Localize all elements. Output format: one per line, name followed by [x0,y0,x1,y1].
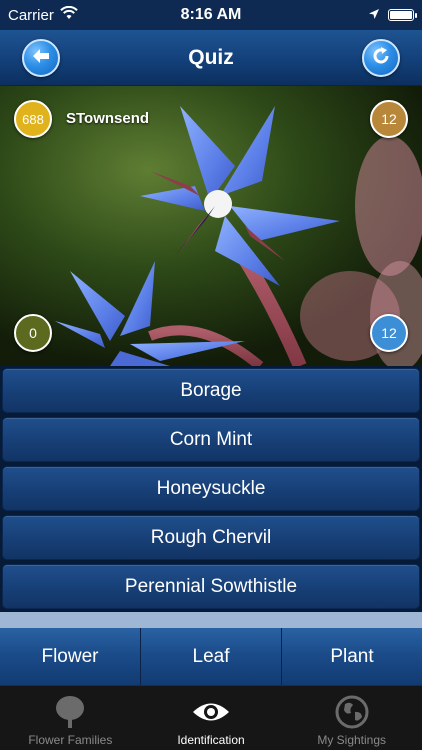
wifi-icon [60,5,78,24]
nav-bar: Quiz [0,30,422,86]
status-left: Carrier [8,5,158,24]
answer-button[interactable]: Rough Chervil [2,515,420,560]
tree-icon [54,693,86,731]
tab-my-sightings[interactable]: My Sightings [281,686,422,750]
status-right [264,7,417,24]
answer-list: Borage Corn Mint Honeysuckle Rough Cherv… [0,366,422,612]
battery-fill [390,11,412,19]
category-flower-button[interactable]: Flower [0,628,141,685]
category-plant-button[interactable]: Plant [282,628,422,685]
tab-bar: Flower Families Identification My Sighti… [0,685,422,750]
quiz-photo: 688 STownsend 12 0 12 [0,86,422,366]
username-label: STownsend [66,110,150,127]
carrier-name: Carrier [8,6,54,24]
answer-button[interactable]: Borage [2,368,420,413]
battery-icon [388,9,417,21]
arrow-left-icon [32,48,50,69]
category-leaf-button[interactable]: Leaf [141,628,282,685]
questions-total-badge: 12 [370,100,408,138]
status-time: 8:16 AM [180,6,242,23]
tab-label: My Sightings [317,733,387,747]
back-button[interactable] [22,39,60,77]
right-count-badge: 12 [370,314,408,352]
tab-flower-families[interactable]: Flower Families [0,686,141,750]
eye-icon [191,693,231,731]
globe-icon [335,693,369,731]
page-title: Quiz [188,45,234,69]
borage-flower-image [0,86,422,366]
refresh-button[interactable] [362,39,400,77]
user-score-badge: 688 [14,100,52,138]
answer-button[interactable]: Corn Mint [2,417,420,462]
divider-strip [0,612,422,628]
answer-button[interactable]: Honeysuckle [2,466,420,511]
refresh-icon [370,45,392,72]
tab-label: Identification [177,733,245,747]
answer-button[interactable]: Perennial Sowthistle [2,564,420,609]
location-arrow-icon [368,7,380,24]
tab-identification[interactable]: Identification [141,686,282,750]
wrong-count-badge: 0 [14,314,52,352]
category-selector: Flower Leaf Plant [0,628,422,685]
status-bar: Carrier 8:16 AM [0,0,422,30]
tab-label: Flower Families [28,733,113,747]
